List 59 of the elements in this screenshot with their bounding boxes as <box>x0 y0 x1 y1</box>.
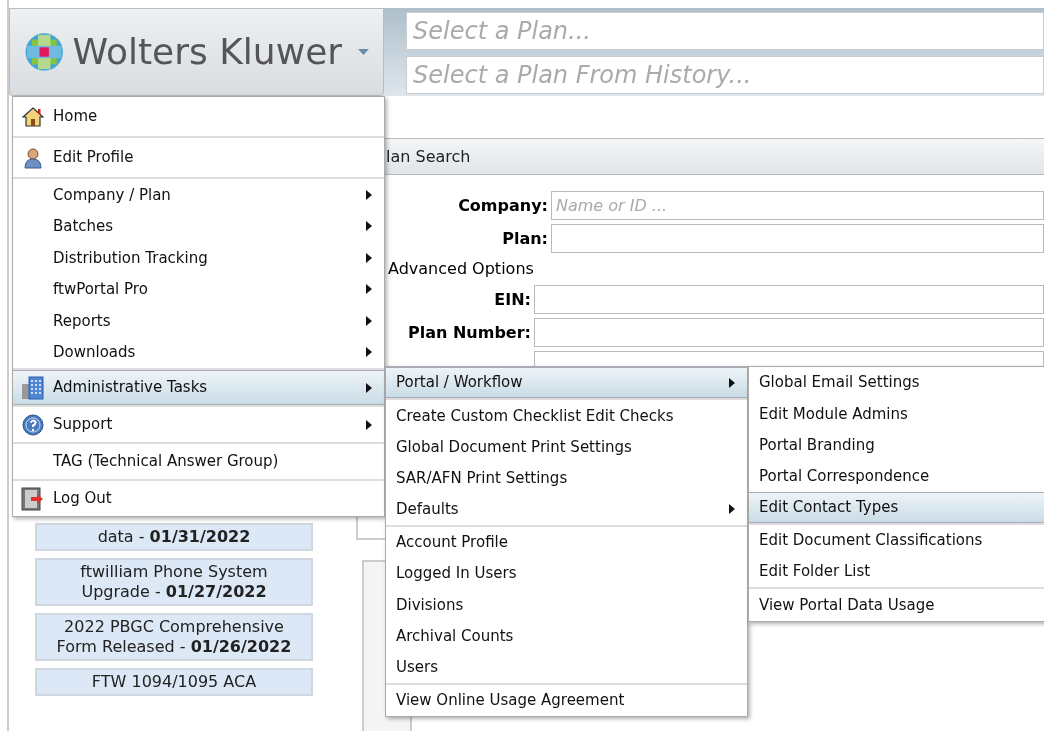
menu-item[interactable]: Global Document Print Settings <box>386 431 747 463</box>
caret-icon <box>358 48 369 56</box>
menu-item[interactable]: View Portal Data Usage <box>749 589 1044 621</box>
menu-item[interactable]: Batches <box>13 210 384 242</box>
text-field[interactable] <box>534 318 1044 347</box>
person-icon <box>23 146 43 169</box>
menu-item[interactable]: Administrative Tasks <box>13 370 384 405</box>
menu-item[interactable]: Create Custom Checklist Edit Checks <box>386 400 747 432</box>
menu-item[interactable]: Archival Counts <box>386 620 747 652</box>
news-card[interactable]: FTW 1094/1095 ACA <box>35 668 313 696</box>
building-icon <box>21 375 45 400</box>
house-icon <box>22 106 44 127</box>
menu-item[interactable]: Logged In Users <box>386 558 747 590</box>
advanced-options-link[interactable]: Advanced Options <box>388 257 534 281</box>
menu-item[interactable]: Divisions <box>386 589 747 621</box>
news-card[interactable]: data - 01/31/2022 <box>35 523 313 551</box>
menu-item[interactable]: Edit Folder List <box>749 556 1044 588</box>
menu-item[interactable]: Distribution Tracking <box>13 242 384 274</box>
menu-item[interactable]: Reports <box>13 305 384 337</box>
menu-item[interactable]: ftwPortal Pro <box>13 273 384 305</box>
panel-title: lan Search <box>385 145 471 168</box>
menu-item[interactable]: SAR/AFN Print Settings <box>386 462 747 494</box>
news-card[interactable]: 2022 PBGC Comprehensive Form Released - 01/26/2022 <box>35 613 313 661</box>
menu-item[interactable]: Users <box>386 651 747 683</box>
logo-menu-button[interactable]: Wolters Kluwer <box>9 8 384 96</box>
field-label: EIN: <box>493 288 532 311</box>
plan-select-field[interactable]: Select a Plan... <box>406 12 1044 50</box>
menu-item[interactable]: Edit Module Admins <box>749 398 1044 430</box>
menu-item[interactable]: View Online Usage Agreement <box>386 684 747 717</box>
menu-item[interactable]: Global Email Settings <box>749 367 1044 399</box>
menu-item[interactable]: Home <box>13 97 384 136</box>
menu-item[interactable]: Portal / Workflow <box>386 367 747 399</box>
menu-item[interactable]: TAG (Technical Answer Group) <box>13 444 384 479</box>
field-label: Plan Number: <box>407 321 532 344</box>
menu-item[interactable]: Account Profile <box>386 526 747 559</box>
menu-item[interactable]: Portal Branding <box>749 429 1044 461</box>
help-icon <box>22 413 44 436</box>
text-field[interactable] <box>551 224 1044 253</box>
news-text: ftwilliam Phone System Upgrade - 01/27/2022 <box>80 562 268 601</box>
logo-text: Wolters Kluwer <box>72 30 343 74</box>
menu-item[interactable]: Edit Document Classifications <box>749 524 1044 557</box>
menu-item[interactable]: Downloads <box>13 336 384 368</box>
text-field[interactable] <box>534 285 1044 314</box>
menu-item[interactable]: Support <box>13 407 384 442</box>
news-card[interactable]: ftwilliam Phone System Upgrade - 01/27/2022 <box>35 558 313 606</box>
plan-history-field[interactable]: Select a Plan From History... <box>406 56 1044 94</box>
menu-item[interactable]: Defaults <box>386 493 747 525</box>
exit-door-icon <box>21 486 45 511</box>
menu-item[interactable]: Edit Contact Types <box>749 491 1044 523</box>
news-text: 2022 PBGC Comprehensive Form Released - 01/26/2022 <box>56 617 292 656</box>
field-label: Plan: <box>501 227 549 250</box>
menu-item[interactable]: Company / Plan <box>13 179 384 211</box>
text-field[interactable]: Name or ID ... <box>551 191 1044 220</box>
news-text: FTW 1094/1095 ACA <box>91 672 257 691</box>
menu-item[interactable]: Edit Profile <box>13 138 384 177</box>
news-text: data - 01/31/2022 <box>97 527 251 546</box>
menu-item[interactable]: Portal Correspondence <box>749 460 1044 492</box>
field-label: Company: <box>457 194 549 217</box>
menu-item[interactable]: Log Out <box>13 481 384 516</box>
